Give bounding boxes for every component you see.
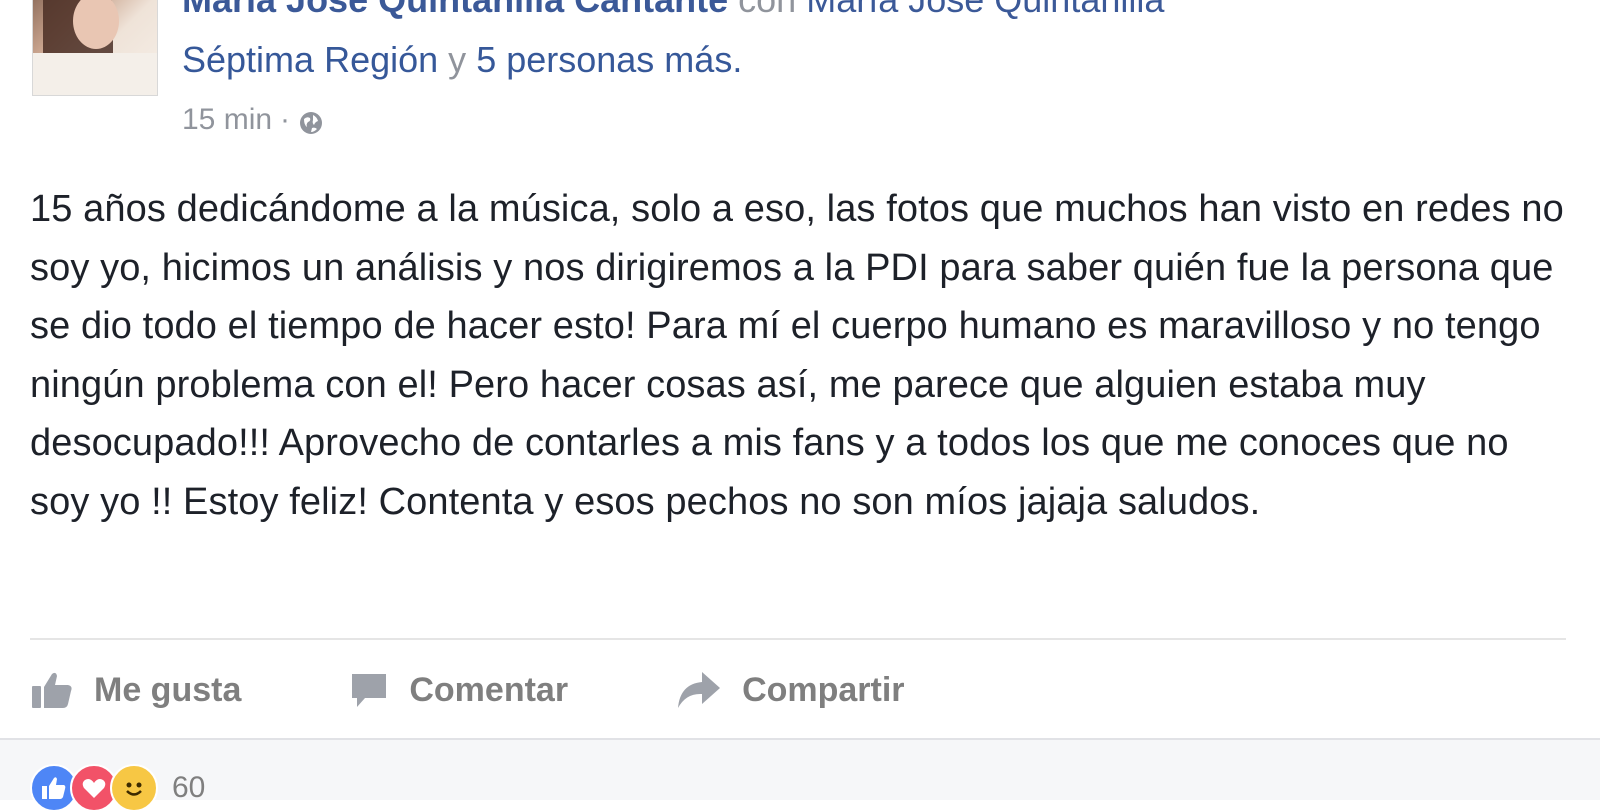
tagged-person-link[interactable]: María José Quintanilla (806, 0, 1164, 20)
meta-separator: · (280, 103, 291, 136)
like-label: Me gusta (94, 670, 242, 709)
share-button[interactable]: Compartir (676, 670, 905, 710)
timestamp-link[interactable]: 15 min (182, 100, 272, 140)
post-card: María José Quintanilla Cantante con Marí… (0, 0, 1600, 738)
others-link[interactable]: 5 personas más. (476, 39, 742, 80)
post-header: María José Quintanilla Cantante con Marí… (182, 0, 1164, 22)
thumbs-up-icon (32, 672, 72, 708)
with-word: con (738, 0, 796, 20)
wow-reaction-icon (110, 764, 158, 812)
globe-icon[interactable] (298, 107, 324, 134)
conjunction-text: y (448, 39, 467, 80)
share-icon (678, 672, 721, 708)
post-actions-bar: Me gusta Comentar Compartir (30, 660, 905, 720)
comment-icon (352, 674, 387, 707)
comment-label: Comentar (409, 670, 569, 709)
actions-divider (30, 638, 1566, 640)
reactions-summary[interactable]: 60 (30, 764, 205, 812)
like-button[interactable]: Me gusta (30, 670, 241, 710)
author-avatar[interactable] (32, 0, 158, 96)
avatar-dress (33, 53, 157, 95)
post-header-line2: Séptima Región y 5 personas más. (182, 38, 742, 82)
comment-button[interactable]: Comentar (349, 670, 568, 710)
author-name-link[interactable]: María José Quintanilla Cantante (182, 0, 728, 20)
post-meta: 15 min · (182, 100, 324, 140)
post-body-text: 15 años dedicándome a la música, solo a … (30, 188, 1564, 523)
share-label: Compartir (742, 670, 905, 709)
tagged-place-link[interactable]: Séptima Región (182, 39, 438, 80)
reactions-footer: 60 (0, 738, 1600, 812)
